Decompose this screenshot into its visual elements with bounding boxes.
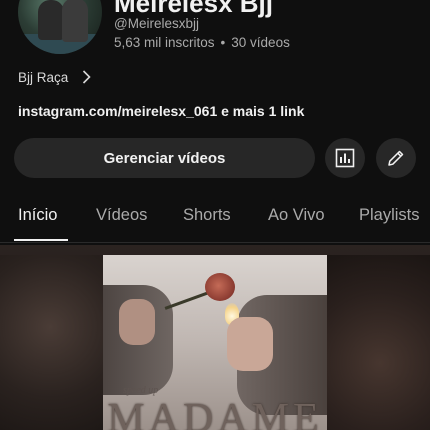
featured-video-thumbnail[interactable]: speed up MADAME (103, 255, 327, 430)
pencil-icon (388, 150, 404, 166)
thumbnail-flower (205, 273, 235, 301)
avatar-figure (62, 0, 88, 42)
channel-avatar[interactable] (18, 0, 102, 54)
featured-video[interactable]: speed up MADAME (0, 245, 430, 430)
separator-dot: • (220, 35, 226, 50)
subscriber-count: 5,63 mil inscritos (114, 35, 215, 50)
tab-live[interactable]: Ao Vivo (268, 206, 325, 225)
banner-background (0, 255, 120, 430)
analytics-button[interactable] (325, 138, 365, 178)
analytics-icon (335, 148, 355, 168)
channel-links[interactable]: instagram.com/meirelesx_061 e mais 1 lin… (18, 103, 304, 119)
active-tab-indicator (14, 239, 68, 241)
channel-tabs: Início Vídeos Shorts Ao Vivo Playlists (0, 196, 430, 242)
thumbnail-hand (119, 299, 155, 345)
manage-videos-button[interactable]: Gerenciar vídeos (14, 138, 315, 178)
tab-shorts[interactable]: Shorts (183, 206, 231, 225)
tab-home[interactable]: Início (18, 206, 57, 225)
secondary-channel-label: Bjj Raça (18, 69, 69, 85)
chevron-right-icon (83, 70, 91, 84)
thumbnail-hand (227, 317, 273, 371)
tab-videos[interactable]: Vídeos (96, 206, 147, 225)
avatar-figure (38, 0, 64, 40)
secondary-channel-link[interactable]: Bjj Raça (18, 68, 91, 86)
video-count: 30 vídeos (231, 35, 290, 50)
thumbnail-title: MADAME (107, 396, 323, 430)
channel-handle: @Meirelesxbjj (114, 16, 199, 31)
edit-channel-button[interactable] (376, 138, 416, 178)
banner-background (310, 255, 430, 430)
channel-stats: 5,63 mil inscritos • 30 vídeos (114, 35, 290, 50)
tabs-divider (0, 242, 430, 243)
tab-playlists[interactable]: Playlists (359, 206, 420, 225)
